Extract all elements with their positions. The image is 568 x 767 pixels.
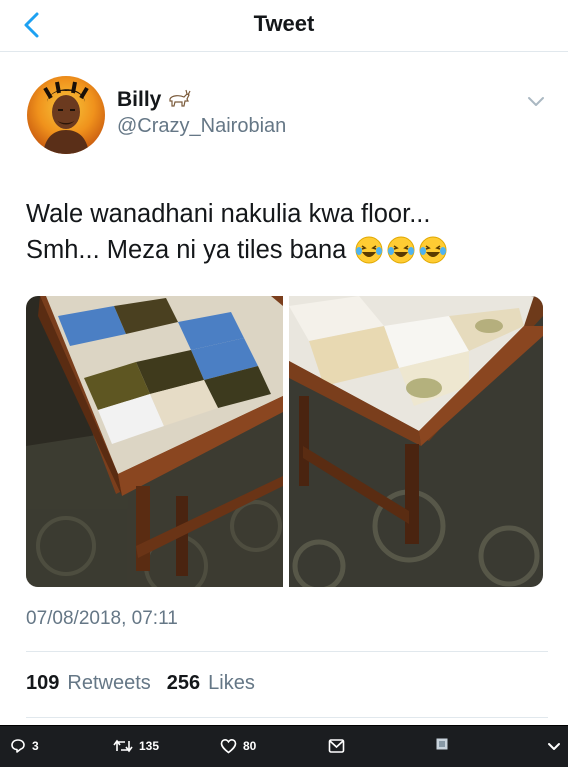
retweet-count: 135 — [139, 739, 160, 753]
divider — [26, 717, 548, 718]
emoji-group — [354, 235, 450, 265]
laughing-emoji-icon — [354, 235, 384, 265]
tweet-photo-1[interactable] — [26, 296, 283, 587]
retweets-count[interactable]: 109 — [26, 672, 59, 695]
user-handle[interactable]: @Crazy_Nairobian — [117, 115, 286, 138]
laughing-emoji-icon — [386, 235, 416, 265]
message-icon — [328, 739, 345, 753]
tweet-stats: 109 Retweets 256 Likes — [26, 672, 263, 695]
message-button[interactable] — [328, 738, 345, 754]
expand-button[interactable] — [546, 738, 562, 754]
tweet-line-1: Wale wanadhani nakulia kwa floor... — [26, 200, 431, 228]
reply-icon — [11, 739, 25, 753]
laughing-emoji-icon — [418, 235, 448, 265]
avatar[interactable] — [27, 76, 105, 154]
tweet-text: Wale wanadhani nakulia kwa floor... Smh.… — [26, 196, 546, 268]
user-name[interactable]: Billy — [117, 88, 161, 112]
retweet-icon — [113, 739, 133, 753]
media-icon — [436, 738, 448, 750]
top-bar: Tweet — [0, 0, 568, 52]
tweet-photo-2[interactable] — [289, 296, 543, 587]
reply-button[interactable]: 3 — [10, 738, 39, 754]
action-bar: 3 135 80 — [0, 725, 568, 767]
reply-count: 3 — [32, 739, 39, 753]
tweet-line-2: Smh... Meza ni ya tiles bana — [26, 236, 347, 264]
heart-icon — [220, 738, 237, 754]
page-title: Tweet — [253, 11, 315, 36]
likes-label[interactable]: Likes — [208, 672, 255, 695]
goat-emoji-icon — [166, 89, 192, 111]
like-button[interactable]: 80 — [220, 738, 256, 754]
divider — [26, 651, 548, 652]
retweets-label[interactable]: Retweets — [67, 672, 150, 695]
media-button[interactable] — [436, 738, 448, 750]
expand-icon — [548, 743, 560, 750]
like-count: 80 — [243, 739, 257, 753]
retweet-button[interactable]: 135 — [113, 738, 159, 754]
chevron-down-icon[interactable] — [524, 92, 548, 112]
user-name-row[interactable]: Billy — [117, 88, 192, 112]
tweet-timestamp[interactable]: 07/08/2018, 07:11 — [26, 608, 178, 630]
likes-count[interactable]: 256 — [167, 672, 200, 695]
tweet-line-2-row: Smh... Meza ni ya tiles bana — [26, 232, 546, 268]
